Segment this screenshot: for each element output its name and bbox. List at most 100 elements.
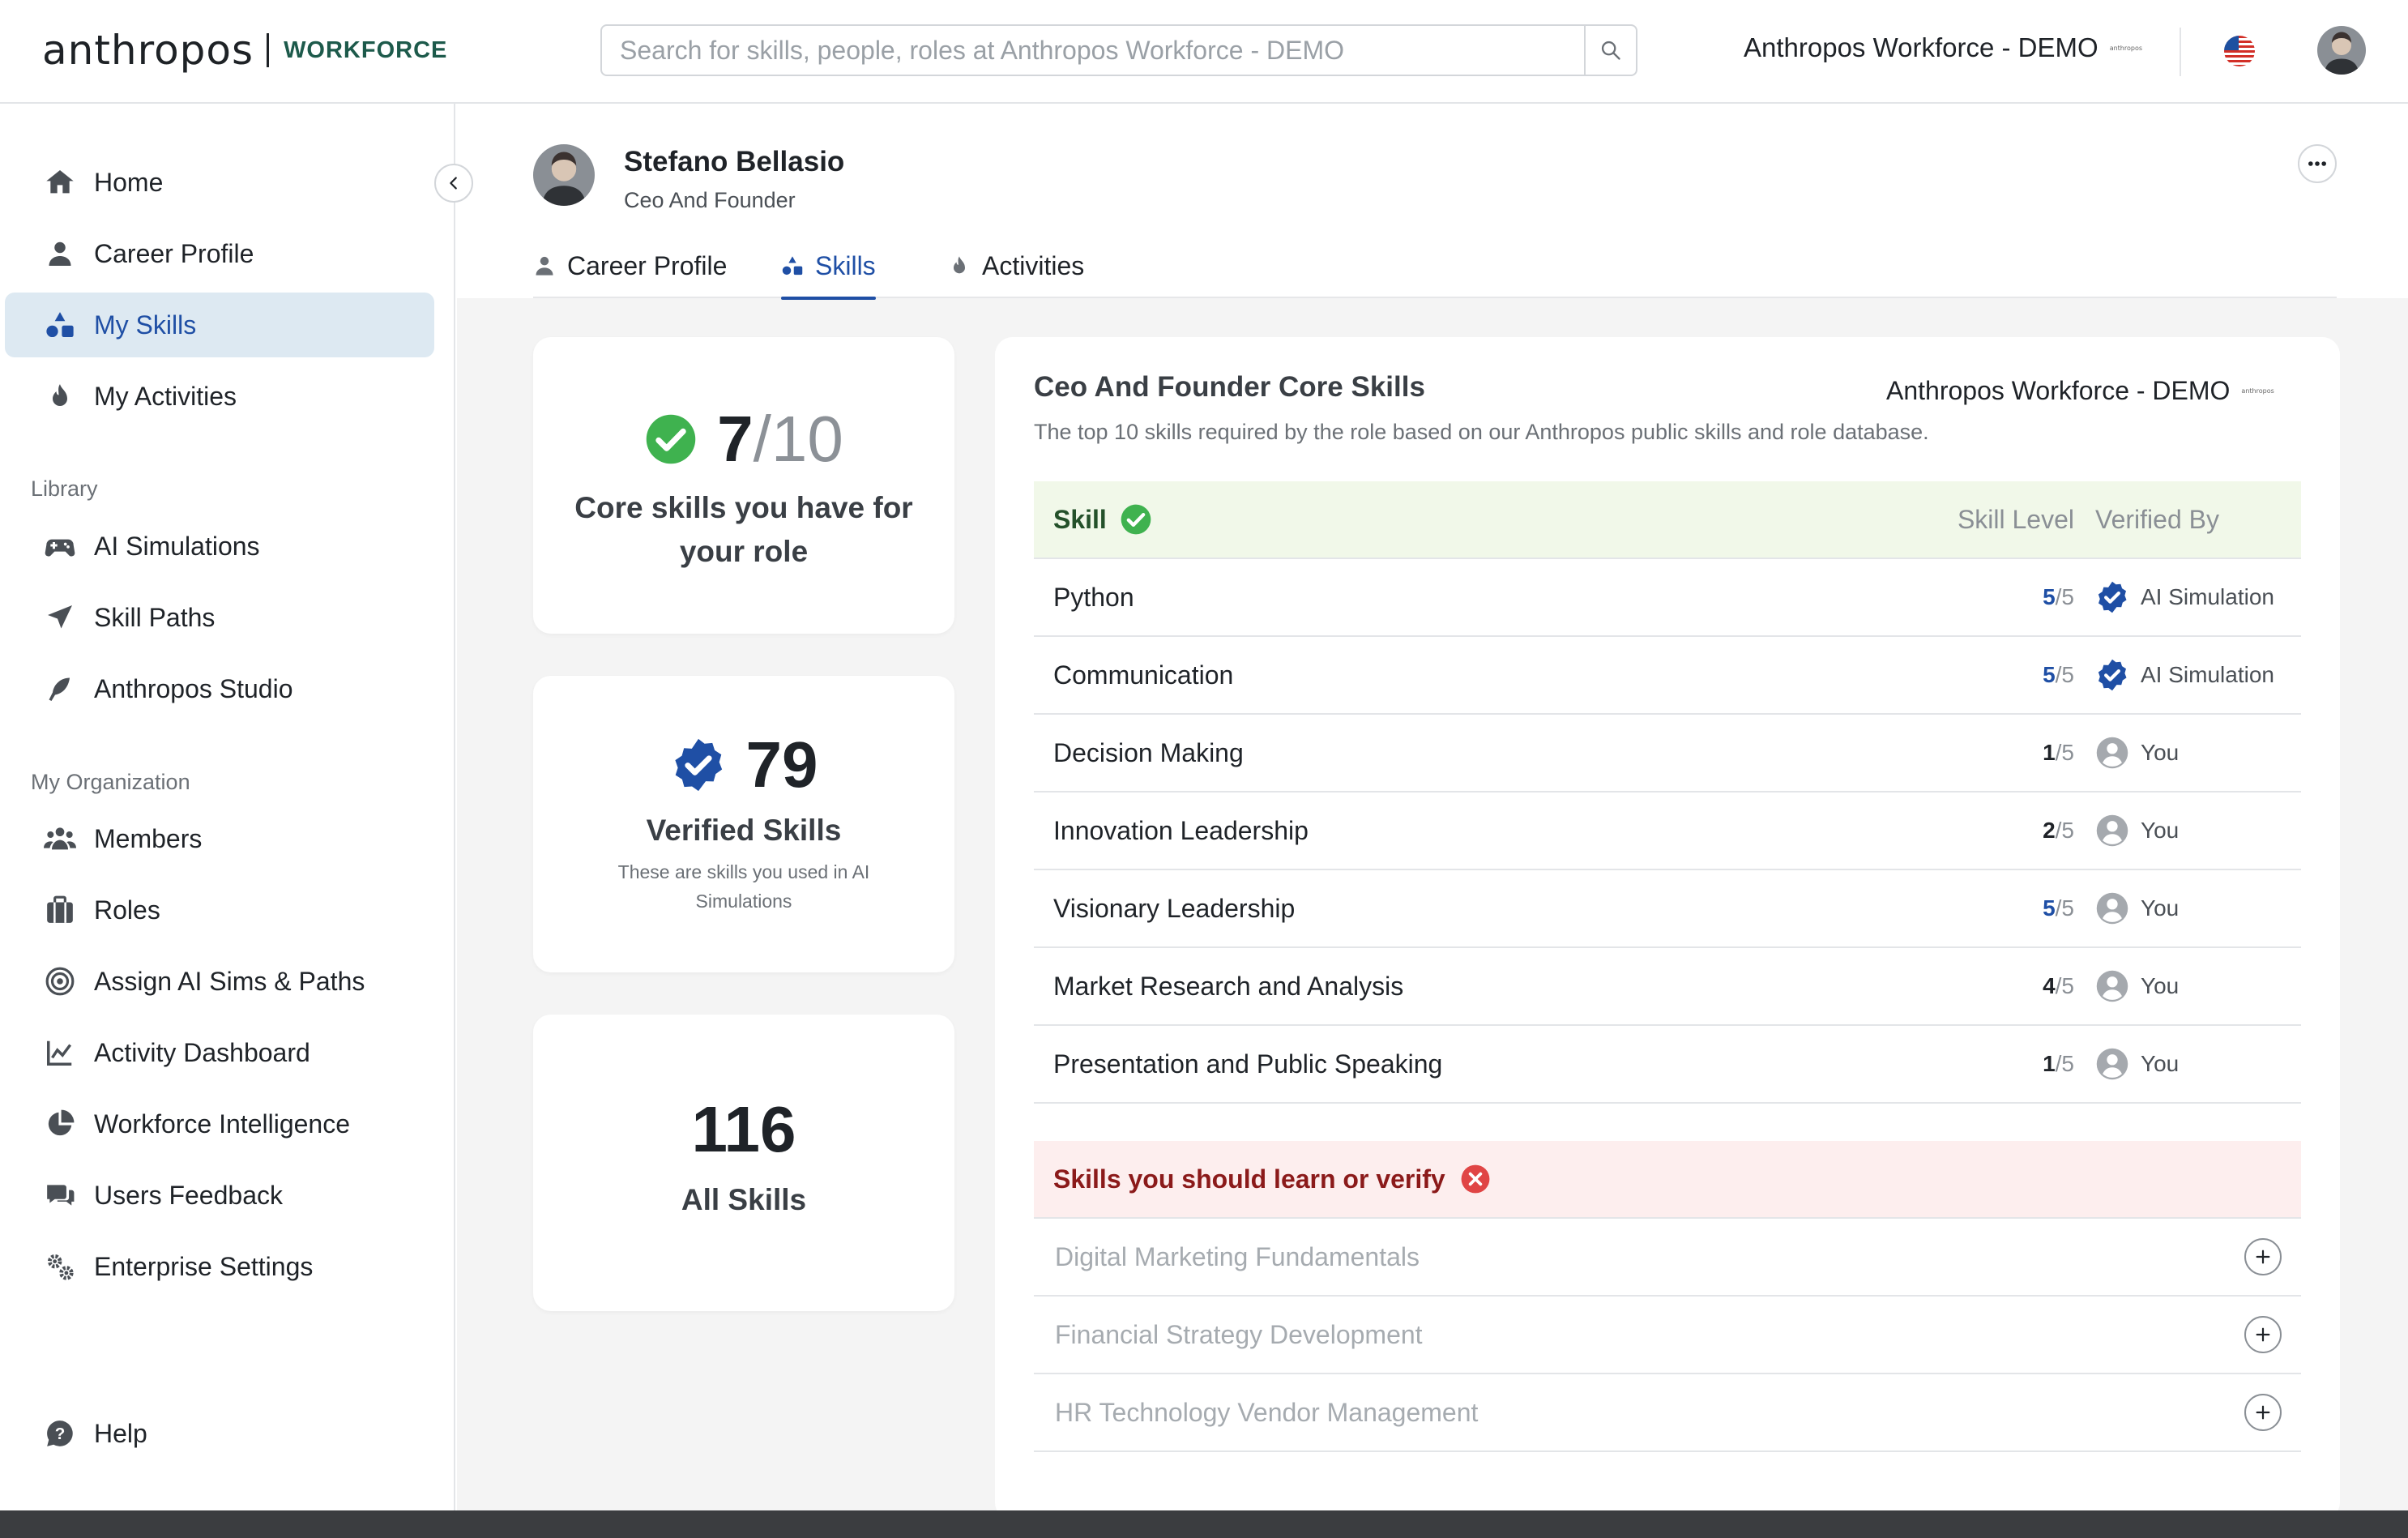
skill-name: Presentation and Public Speaking bbox=[1053, 1049, 1443, 1079]
user-circle-icon bbox=[2095, 969, 2129, 1003]
add-skill-button[interactable] bbox=[2244, 1238, 2282, 1275]
sidebar-item-label: My Activities bbox=[94, 381, 237, 411]
members-icon bbox=[42, 821, 78, 857]
sidebar-item-career-profile[interactable]: Career Profile bbox=[5, 221, 434, 286]
main-content: Stefano Bellasio Ceo And Founder Career … bbox=[457, 104, 2408, 1520]
learn-skill-name: Digital Marketing Fundamentals bbox=[1055, 1241, 1420, 1271]
add-skill-button[interactable] bbox=[2244, 1316, 2282, 1353]
profile-tabs: Career Profile Skills Activities bbox=[533, 233, 2337, 300]
skill-level: 1/5 bbox=[2043, 740, 2074, 765]
library-section-title: Library bbox=[31, 476, 98, 501]
tab-activities[interactable]: Activities bbox=[948, 233, 1084, 298]
core-skills-description: The top 10 skills required by the role b… bbox=[1034, 420, 1929, 444]
sidebar-item-my-activities[interactable]: My Activities bbox=[5, 364, 434, 429]
sidebar-item-label: Users Feedback bbox=[94, 1180, 283, 1210]
verified-skills-subtext: These are skills you used in AI Simulati… bbox=[617, 861, 870, 912]
tab-label: Career Profile bbox=[567, 250, 728, 280]
all-skills-label: All Skills bbox=[681, 1183, 807, 1216]
user-avatar[interactable] bbox=[2317, 26, 2366, 75]
sidebar-item-label: Roles bbox=[94, 895, 160, 925]
profile-role: Ceo And Founder bbox=[624, 188, 796, 212]
sidebar-item-my-skills[interactable]: My Skills bbox=[5, 293, 434, 357]
search-input[interactable] bbox=[602, 26, 1584, 75]
learn-skill-name: HR Technology Vendor Management bbox=[1055, 1397, 1479, 1427]
table-row[interactable]: Market Research and Analysis 4/5 You bbox=[1034, 948, 2301, 1026]
chart-line-icon bbox=[42, 1035, 78, 1070]
skill-level: 4/5 bbox=[2043, 973, 2074, 998]
gamepad-icon bbox=[42, 528, 78, 564]
table-row[interactable]: Visionary Leadership 5/5 You bbox=[1034, 870, 2301, 948]
org-switcher[interactable]: Anthropos Workforce - DEMO anthropos bbox=[1744, 32, 2142, 63]
table-row[interactable]: Presentation and Public Speaking 1/5 You bbox=[1034, 1026, 2301, 1104]
brand-separator bbox=[267, 33, 270, 67]
sidebar-item-enterprise-settings[interactable]: Enterprise Settings bbox=[5, 1234, 434, 1299]
skill-level: 5/5 bbox=[2043, 584, 2074, 609]
sidebar-item-anthropos-studio[interactable]: Anthropos Studio bbox=[5, 656, 434, 721]
brand-logo[interactable]: anthropos WORKFORCE bbox=[42, 24, 447, 76]
skill-name: Visionary Leadership bbox=[1053, 893, 1296, 923]
org-name: Anthropos Workforce - DEMO bbox=[1744, 32, 2098, 62]
verified-badge-icon bbox=[2095, 580, 2129, 614]
skill-level: 5/5 bbox=[2043, 895, 2074, 921]
plus-icon bbox=[2256, 1250, 2270, 1264]
sidebar-item-home[interactable]: Home bbox=[5, 150, 434, 215]
table-row[interactable]: Communication 5/5 AI Simulation bbox=[1034, 637, 2301, 715]
learn-skill-row: Digital Marketing Fundamentals bbox=[1034, 1219, 2301, 1297]
sidebar-item-roles[interactable]: Roles bbox=[5, 878, 434, 942]
person-icon bbox=[533, 254, 556, 277]
header-verified-by: Verified By bbox=[2095, 504, 2219, 534]
table-header: Skill Skill Level Verified By bbox=[1034, 481, 2301, 559]
header-skill-level: Skill Level bbox=[1957, 504, 2074, 534]
verified-by: You bbox=[2095, 1047, 2301, 1081]
search-button[interactable] bbox=[1584, 26, 1636, 75]
skill-name: Python bbox=[1053, 582, 1134, 612]
sidebar-item-members[interactable]: Members bbox=[5, 806, 434, 871]
panel-org-name: Anthropos Workforce - DEMO anthropos bbox=[1886, 376, 2274, 405]
all-skills-card: 116 All Skills bbox=[533, 1015, 954, 1311]
tab-career-profile[interactable]: Career Profile bbox=[533, 233, 727, 298]
briefcase-icon bbox=[42, 892, 78, 928]
sidebar-item-label: Enterprise Settings bbox=[94, 1251, 314, 1281]
tab-skills[interactable]: Skills bbox=[781, 233, 876, 300]
organization-section-title: My Organization bbox=[31, 770, 190, 794]
user-circle-icon bbox=[2095, 736, 2129, 770]
help-icon bbox=[42, 1416, 78, 1451]
us-flag-icon[interactable] bbox=[2224, 36, 2255, 66]
core-skills-label: Core skills you have for your role bbox=[574, 491, 913, 568]
more-options-button[interactable] bbox=[2298, 144, 2337, 183]
flame-icon bbox=[948, 254, 971, 277]
collapse-sidebar-button[interactable] bbox=[434, 164, 473, 203]
verified-skills-count: 79 bbox=[745, 728, 818, 801]
brand-product: WORKFORCE bbox=[284, 36, 448, 63]
add-skill-button[interactable] bbox=[2244, 1394, 2282, 1431]
table-row[interactable]: Decision Making 1/5 You bbox=[1034, 715, 2301, 792]
sidebar: Home Career Profile My Skills My Activit… bbox=[0, 104, 473, 1510]
sidebar-item-activity-dashboard[interactable]: Activity Dashboard bbox=[5, 1020, 434, 1085]
user-circle-icon bbox=[2095, 1047, 2129, 1081]
verified-by: You bbox=[2095, 891, 2301, 925]
verified-by: You bbox=[2095, 736, 2301, 770]
top-divider bbox=[2180, 28, 2181, 76]
skill-level: 1/5 bbox=[2043, 1051, 2074, 1076]
panel-org-logo: anthropos bbox=[2241, 387, 2274, 395]
sidebar-item-skill-paths[interactable]: Skill Paths bbox=[5, 585, 434, 650]
skill-level: 5/5 bbox=[2043, 662, 2074, 687]
check-circle-icon bbox=[1120, 503, 1152, 536]
skill-level: 2/5 bbox=[2043, 818, 2074, 843]
top-bar: anthropos WORKFORCE Anthropos Workforce … bbox=[0, 0, 2408, 104]
sidebar-item-users-feedback[interactable]: Users Feedback bbox=[5, 1163, 434, 1228]
sidebar-item-workforce-intelligence[interactable]: Workforce Intelligence bbox=[5, 1092, 434, 1156]
search-icon bbox=[1601, 41, 1620, 60]
pie-icon bbox=[42, 1106, 78, 1142]
sidebar-item-label: Skill Paths bbox=[94, 602, 216, 632]
verified-badge-icon bbox=[2095, 658, 2129, 692]
core-skills-panel: Ceo And Founder Core Skills Anthropos Wo… bbox=[995, 337, 2340, 1520]
sidebar-item-label: Home bbox=[94, 167, 164, 197]
sidebar-item-ai-simulations[interactable]: AI Simulations bbox=[5, 514, 434, 579]
profile-header: Stefano Bellasio Ceo And Founder Career … bbox=[457, 104, 2408, 300]
header-skill: Skill bbox=[1034, 503, 1917, 536]
sidebar-item-help[interactable]: Help bbox=[5, 1401, 434, 1466]
table-row[interactable]: Innovation Leadership 2/5 You bbox=[1034, 792, 2301, 870]
table-row[interactable]: Python 5/5 AI Simulation bbox=[1034, 559, 2301, 637]
sidebar-item-assign-ai-sims[interactable]: Assign AI Sims & Paths bbox=[5, 949, 434, 1014]
